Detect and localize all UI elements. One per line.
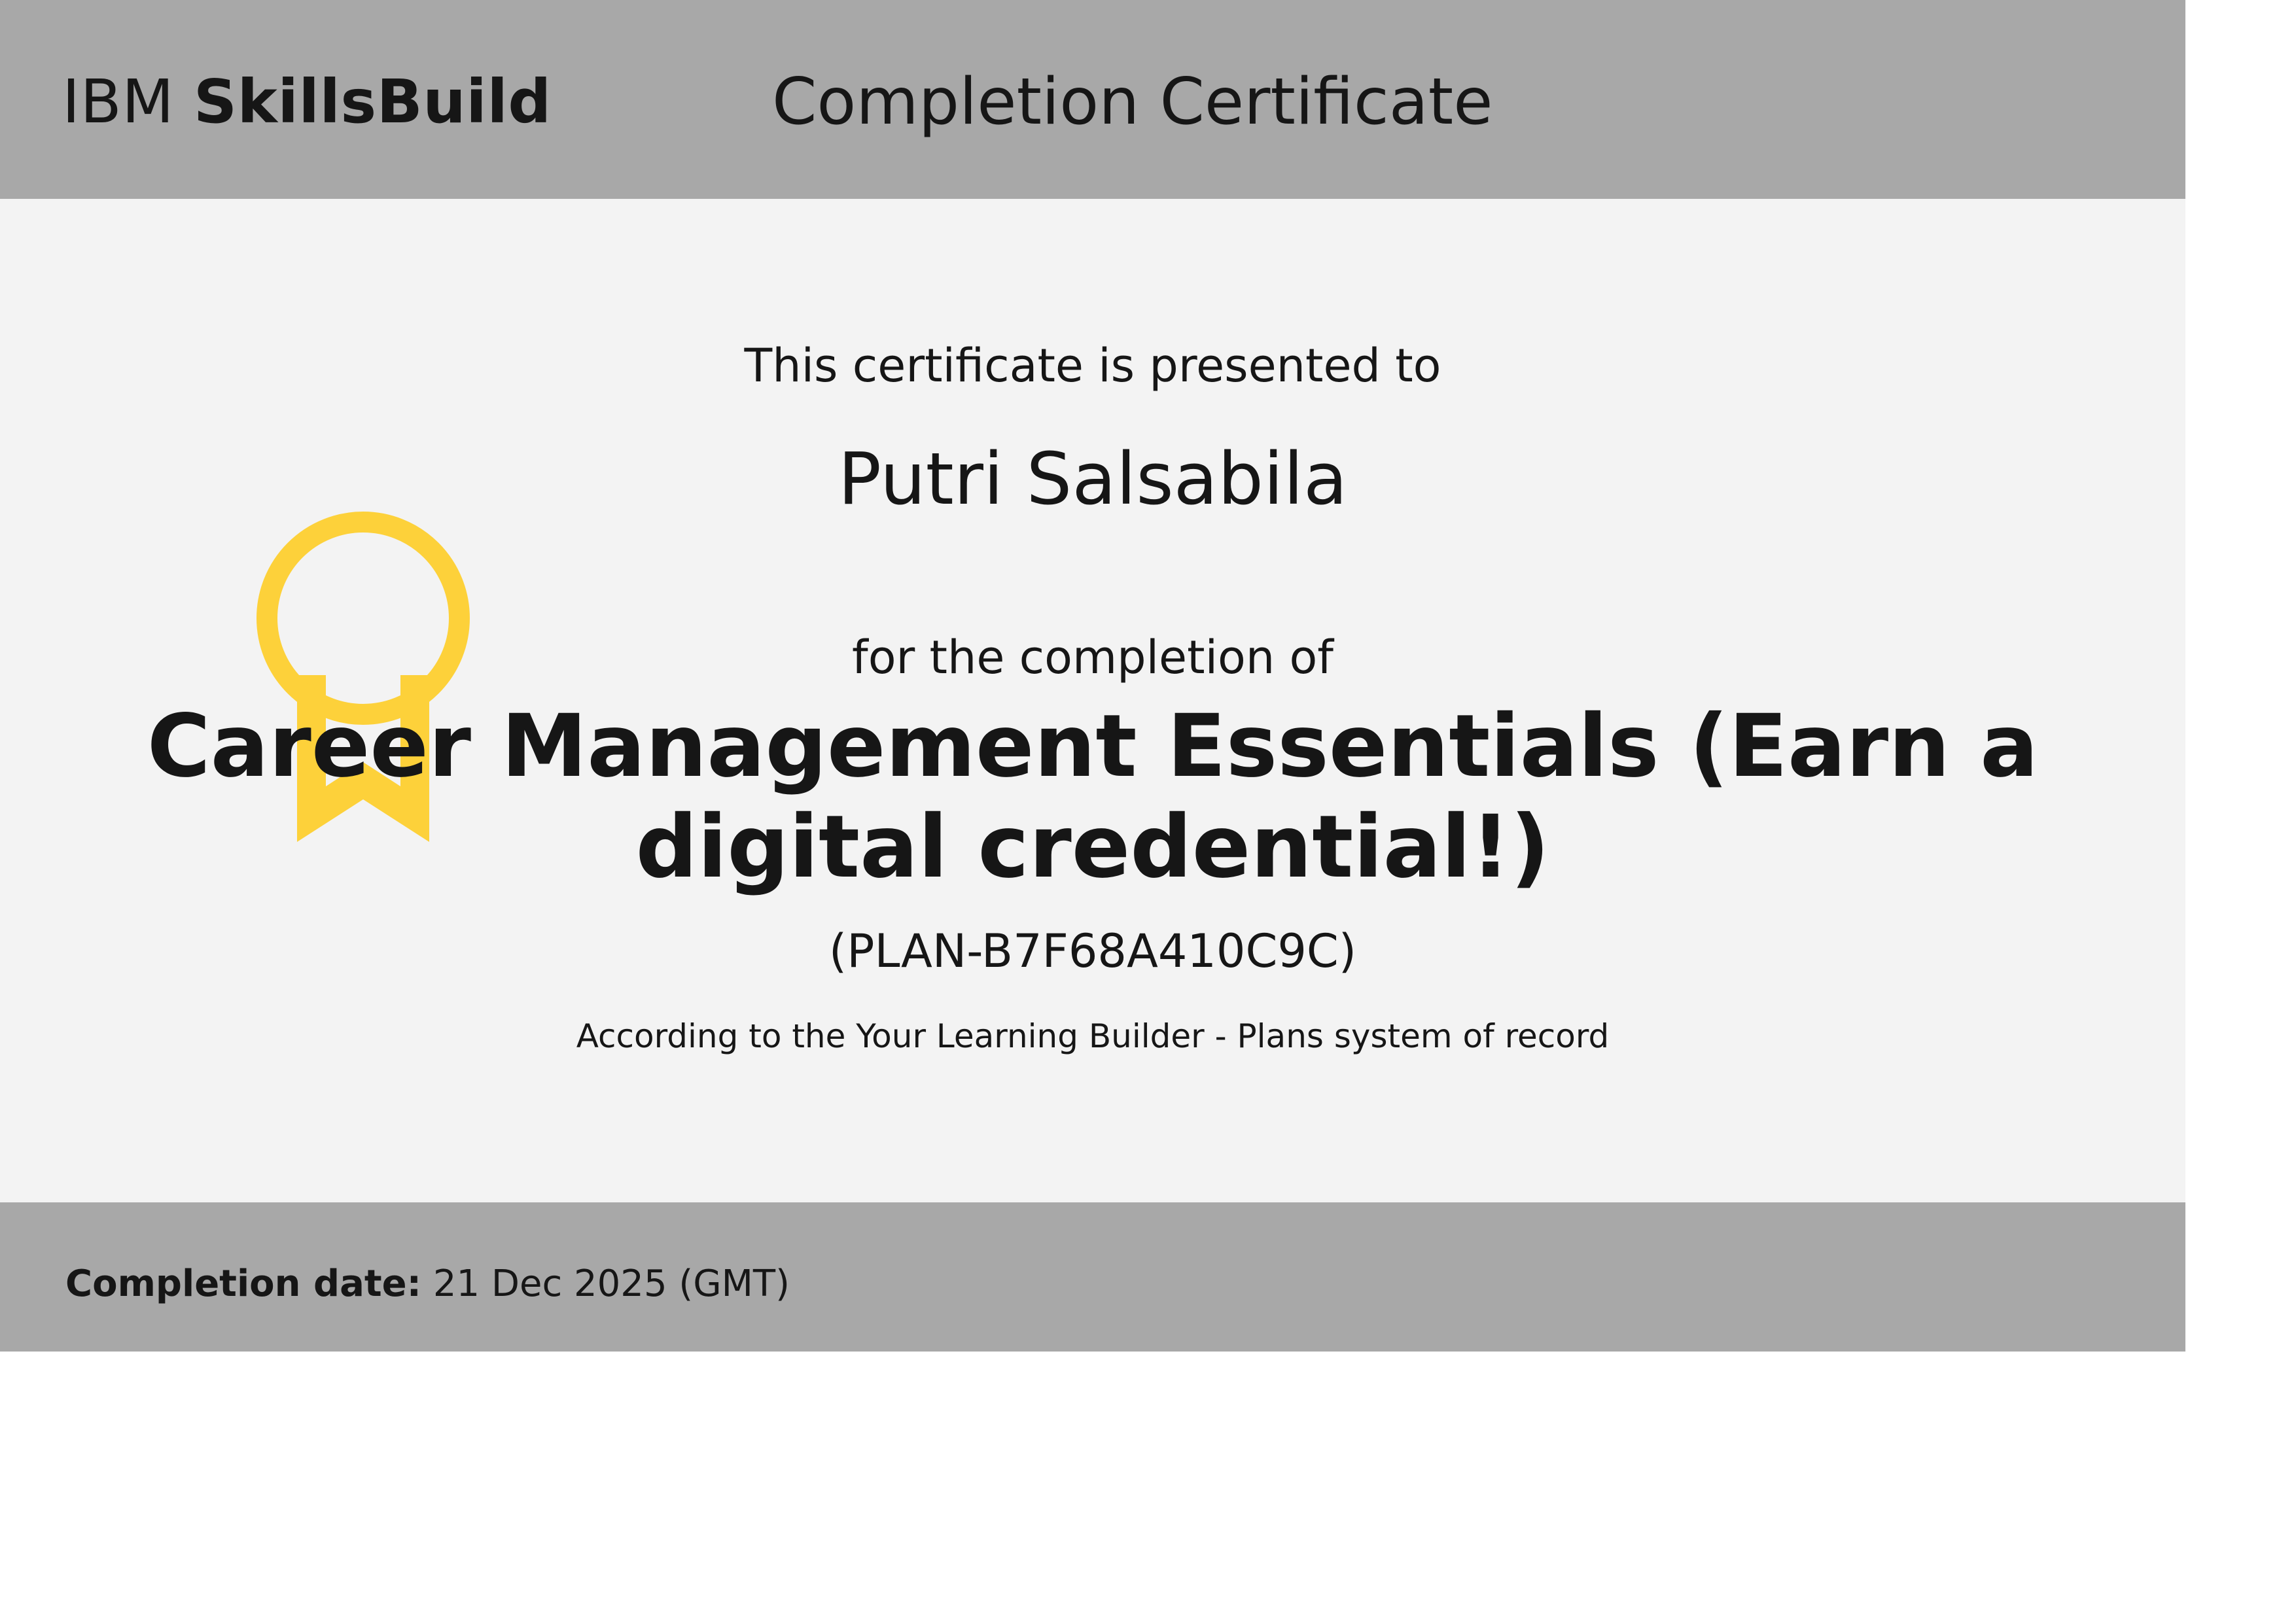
brand-prefix: IBM — [62, 67, 175, 137]
certificate-title: Completion Certificate — [772, 65, 1493, 139]
brand-name: SkillsBuild — [193, 67, 552, 137]
completion-date-value: 21 Dec 2025 (GMT) — [433, 1263, 790, 1305]
record-text: According to the Your Learning Builder -… — [576, 1017, 1610, 1055]
certificate-header: IBM SkillsBuild Completion Certificate — [0, 0, 2185, 199]
page: IBM SkillsBuild Completion Certificate T… — [0, 0, 2296, 1623]
brand-logo: IBM SkillsBuild — [62, 64, 552, 140]
certificate: IBM SkillsBuild Completion Certificate T… — [0, 0, 2185, 1352]
course-name: Career Management Essentials (Earn a dig… — [147, 696, 2039, 898]
certificate-footer: Completion date: 21 Dec 2025 (GMT) — [0, 1202, 2185, 1352]
recipient-name: Putri Salsabila — [838, 437, 1348, 521]
completion-text: for the completion of — [852, 631, 1333, 684]
certificate-body: This certificate is presented to Putri S… — [0, 199, 2185, 1202]
presented-text: This certificate is presented to — [744, 339, 1441, 393]
plan-id: (PLAN-B7F68A410C9C) — [828, 924, 1357, 978]
completion-date-label: Completion date: — [65, 1263, 422, 1305]
completion-date: Completion date: 21 Dec 2025 (GMT) — [65, 1259, 790, 1309]
